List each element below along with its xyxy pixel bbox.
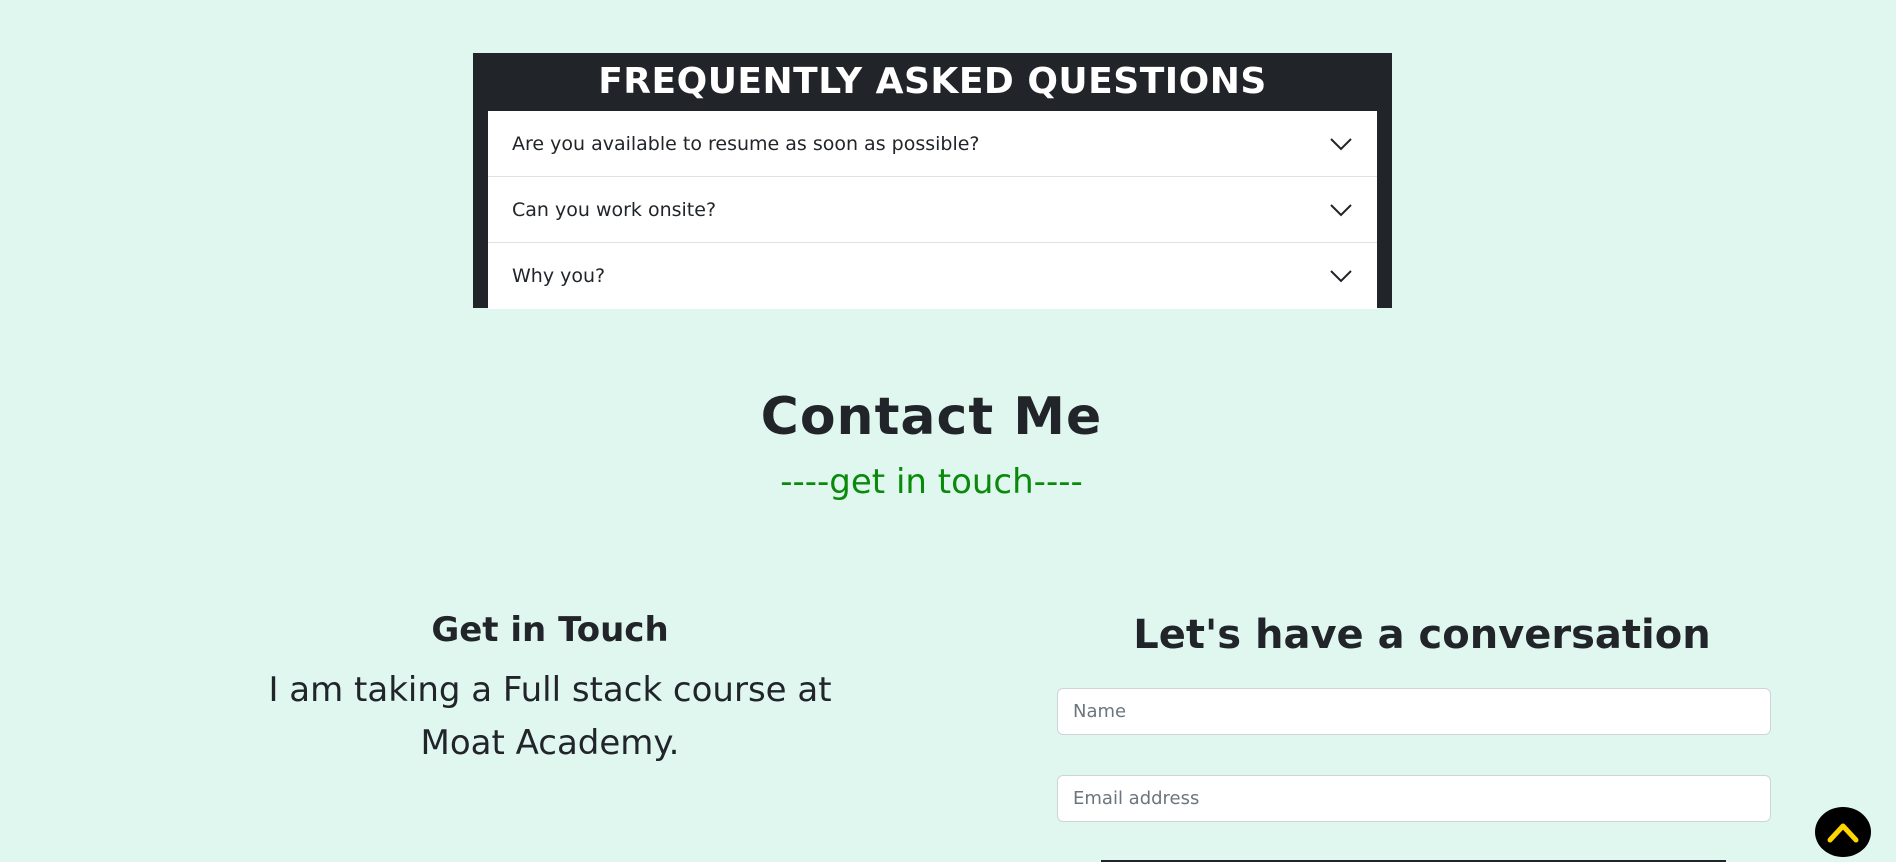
chevron-down-icon [1329,198,1353,222]
faq-question: Why you? [512,265,606,287]
chevron-up-icon [1827,823,1859,843]
faq-accordion: Are you available to resume as soon as p… [488,111,1377,309]
conversation-heading: Let's have a conversation [1133,612,1711,658]
faq-question: Are you available to resume as soon as p… [512,132,980,155]
contact-title: Contact Me [760,387,1103,447]
faq-section: FREQUENTLY ASKED QUESTIONS Are you avail… [473,53,1392,309]
scroll-to-top-button[interactable] [1815,807,1871,857]
faq-question: Can you work onsite? [512,198,717,221]
email-input[interactable] [1057,775,1771,822]
faq-item-why-you[interactable]: Why you? [488,243,1377,309]
name-input[interactable] [1057,688,1771,735]
faq-item-available[interactable]: Are you available to resume as soon as p… [488,111,1377,177]
get-in-touch-heading: Get in Touch [431,610,669,650]
faq-item-onsite[interactable]: Can you work onsite? [488,177,1377,243]
faq-title: FREQUENTLY ASKED QUESTIONS [598,61,1267,102]
chevron-down-icon [1329,264,1353,288]
chevron-down-icon [1329,132,1353,156]
get-in-touch-text: I am taking a Full stack course at Moat … [268,670,832,763]
contact-subtitle: ----get in touch---- [780,462,1083,502]
